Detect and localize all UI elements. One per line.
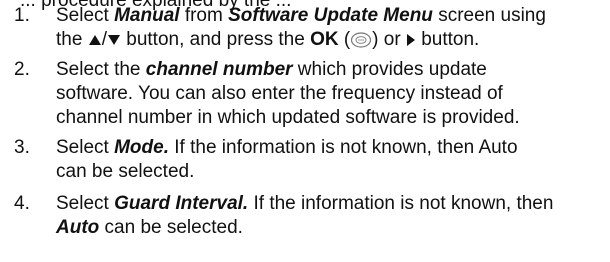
step-line: Auto can be selected. (56, 216, 604, 240)
text-run: ( (338, 29, 351, 50)
step-line: Select Mode. If the information is not k… (56, 136, 604, 160)
text-run: from (179, 5, 229, 26)
term-mode: Mode. (114, 137, 169, 158)
step-number: 2. (14, 59, 30, 80)
term-auto: Auto (56, 217, 100, 238)
step-line: the / button, and press the OK () or but… (56, 28, 604, 52)
text-run: button. (415, 29, 480, 50)
text-run: If the information is not known, then Au… (168, 137, 518, 158)
step-text: Select Guard Interval. If the informatio… (56, 192, 604, 240)
menu-term-manual: Manual (114, 5, 180, 26)
step-line: Select the channel number which provides… (56, 58, 604, 82)
step-number: 4. (14, 193, 30, 214)
ok-button-icon (350, 32, 372, 48)
step-text: Select Manual from Software Update Menu … (56, 4, 604, 52)
step-line: can be selected. (56, 161, 195, 182)
text-run: the (56, 29, 88, 50)
step-text: Select Mode. If the information is not k… (56, 136, 604, 184)
text-run: ) or (372, 29, 406, 50)
text-run: can be selected. (99, 217, 243, 238)
text-run: Select (56, 193, 115, 214)
up-arrow-icon (88, 34, 102, 46)
term-channel-number: channel number (145, 59, 293, 80)
text-run: If the information is not known, then (248, 193, 554, 214)
document-page: ... procedure explained by the ... 1. Se… (0, 0, 610, 262)
text-run: which provides update (292, 59, 487, 80)
down-arrow-icon (107, 34, 121, 46)
step-text: Select the channel number which provides… (56, 58, 604, 130)
step-number: 1. (14, 5, 30, 26)
step-line: Select Manual from Software Update Menu … (56, 4, 604, 28)
ok-button-term: OK (310, 29, 339, 50)
text-run: button, and press the (120, 29, 311, 50)
term-guard-interval: Guard Interval. (114, 193, 249, 214)
step-number: 3. (14, 137, 30, 158)
menu-term-software-update-menu: Software Update Menu (228, 5, 433, 26)
text-run: Select the (56, 59, 146, 80)
right-arrow-icon (406, 33, 416, 47)
step-line: software. You can also enter the frequen… (56, 83, 503, 104)
text-run: Select (56, 5, 115, 26)
step-line: Select Guard Interval. If the informatio… (56, 192, 604, 216)
text-run: screen using (432, 5, 546, 26)
text-run: Select (56, 137, 115, 158)
step-line: channel number in which updated software… (56, 107, 520, 128)
